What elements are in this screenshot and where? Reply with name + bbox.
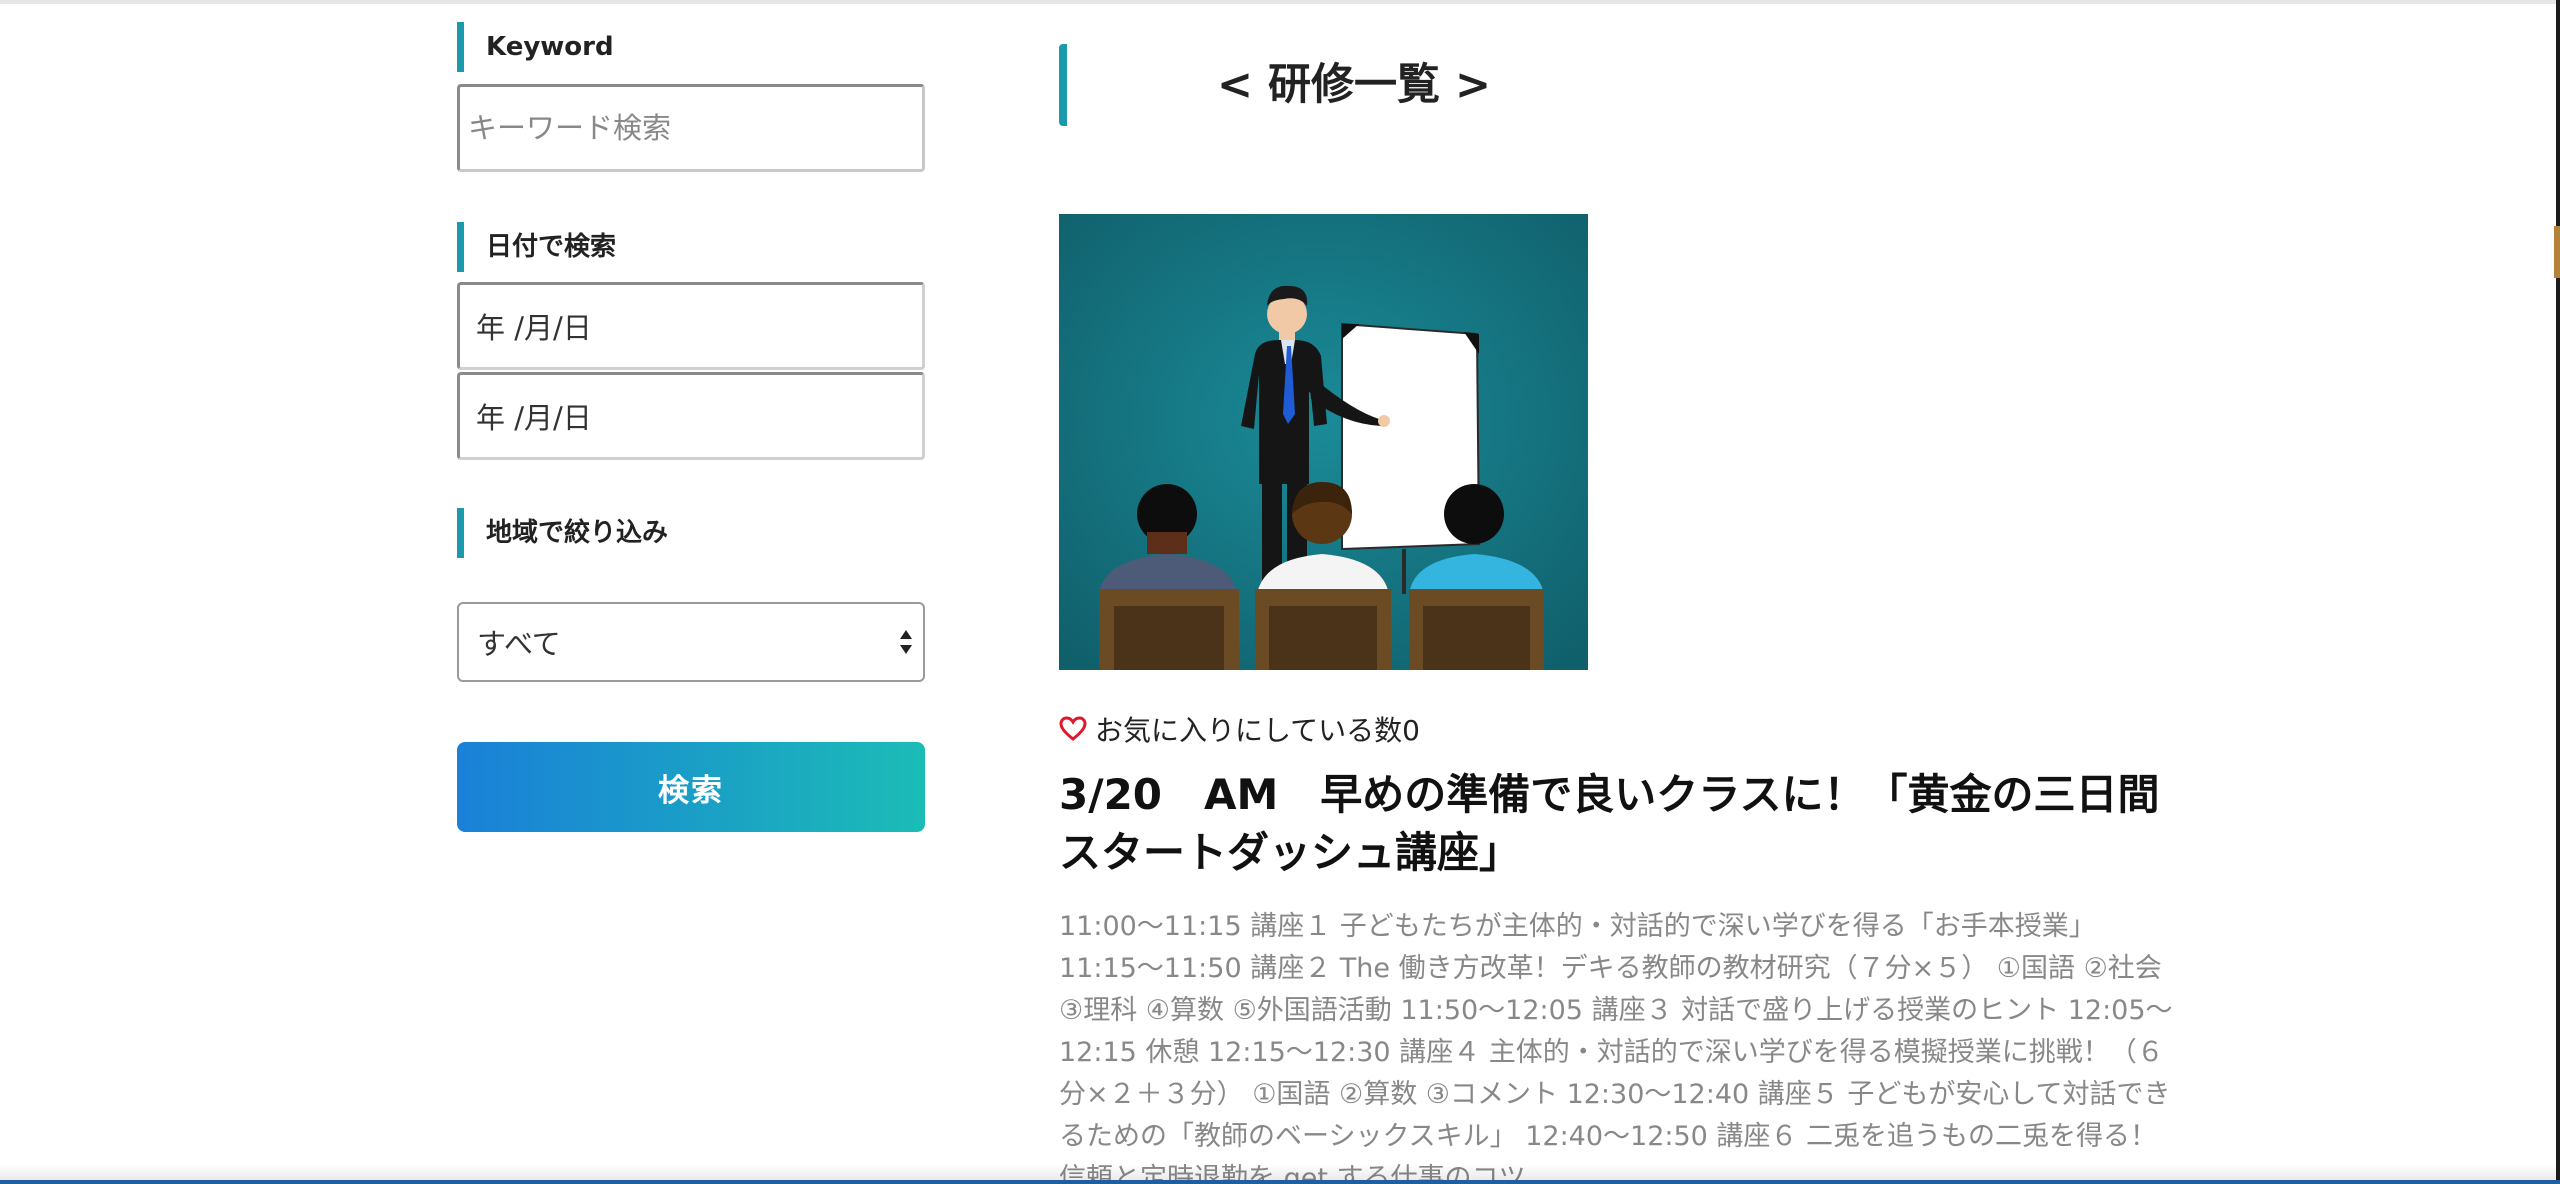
select-arrows-icon [899,628,913,656]
region-section-title: 地域で絞り込み [457,508,927,558]
date-to-input[interactable]: 年 /月/日 [457,372,925,460]
date-from-input[interactable]: 年 /月/日 [457,282,925,370]
presentation-illustration-icon [1059,214,1588,670]
post-excerpt: 11:00〜11:15 講座１ 子どもたちが主体的・対話的で深い学びを得る「お手… [1059,911,2173,1184]
region-select[interactable]: すべて [457,602,925,682]
heart-icon[interactable] [1059,716,1087,742]
post-title[interactable]: 3/20 AM 早めの準備で良いクラスに！「黄金の三日間スタートダッシュ講座」 [1059,766,2189,882]
window-edge [2556,0,2560,1184]
top-divider [0,0,2560,4]
bottom-edge [0,1180,2560,1184]
keyword-search-input[interactable] [457,84,925,172]
page-heading: < 研修一覧 > [1059,44,2189,126]
date-from-value: 年 /月/日 [476,311,592,345]
favorite-count-label: お気に入りにしている数0 [1095,714,1420,747]
page-viewport: Keyword 日付で検索 年 /月/日 年 /月/日 地域で絞り込み すべて … [0,0,2560,1184]
date-to-value: 年 /月/日 [476,401,592,435]
region-selected-value: すべて [477,627,561,661]
page-title: < 研修一覧 > [1217,60,1491,110]
keyword-section-title: Keyword [457,22,927,72]
window-edge-accent [2554,226,2560,278]
search-button[interactable]: 検索 [457,742,925,832]
date-section-title: 日付で検索 [457,222,927,272]
post-thumbnail[interactable] [1059,214,1588,670]
favorite-count[interactable]: お気に入りにしている数0 [1059,709,1420,749]
training-list: < 研修一覧 > お気に入りにしている数0 3/20 AM 早めの準備で良いクラ… [1059,44,2189,1184]
search-sidebar: Keyword 日付で検索 年 /月/日 年 /月/日 地域で絞り込み すべて … [457,22,927,832]
